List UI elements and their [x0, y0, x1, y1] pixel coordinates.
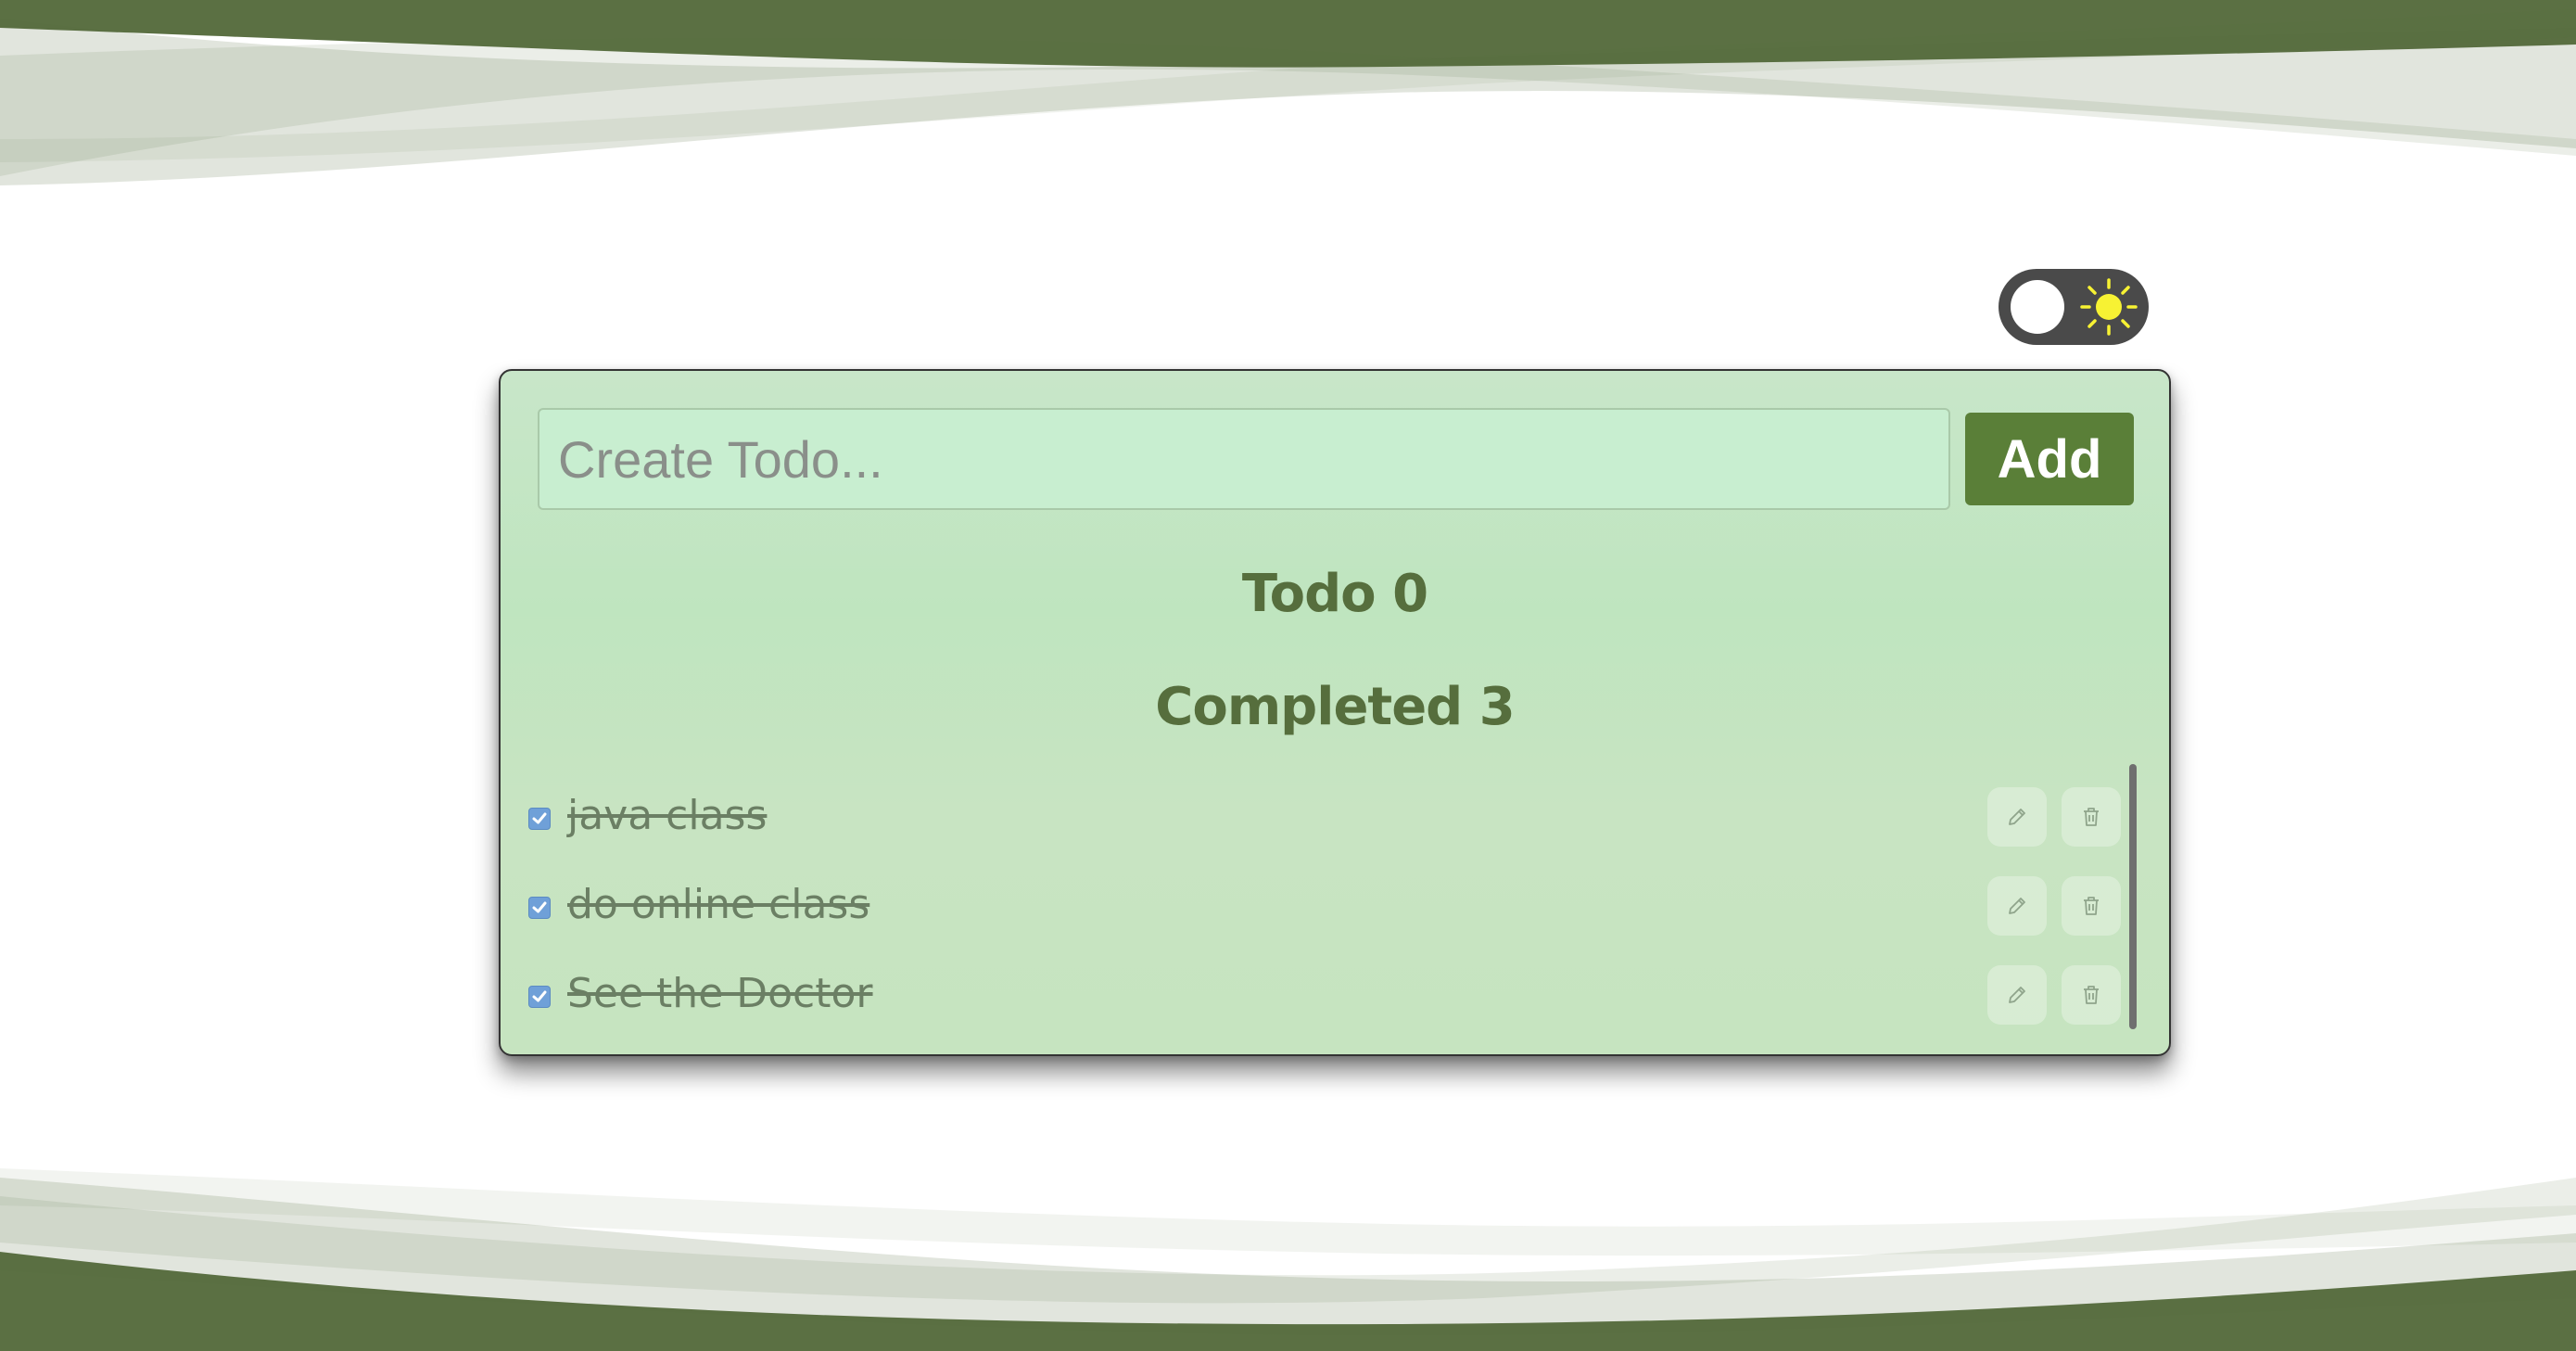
todo-item-text: do online class	[567, 881, 870, 928]
pencil-icon	[2009, 898, 2025, 914]
trash-icon	[2084, 897, 2099, 915]
top-wave-decoration	[0, 0, 2576, 204]
todo-count-heading: Todo 0	[1241, 564, 1428, 624]
completed-checkbox[interactable]	[528, 808, 551, 830]
edit-button[interactable]	[1987, 965, 2047, 1025]
checkmark-icon	[532, 901, 547, 913]
delete-button[interactable]	[2062, 965, 2121, 1025]
list-item: java class	[528, 779, 2132, 853]
todo-card: Add Todo 0 Completed 3 java class	[499, 369, 2171, 1056]
edit-button[interactable]	[1987, 876, 2047, 936]
list-scrollbar[interactable]	[2129, 764, 2137, 1029]
checkmark-icon	[532, 812, 547, 824]
pencil-icon	[2009, 809, 2025, 825]
app-page: Add Todo 0 Completed 3 java class	[0, 0, 2576, 1351]
create-todo-input[interactable]	[538, 408, 1950, 510]
pencil-icon	[2009, 987, 2025, 1003]
trash-icon	[2084, 986, 2099, 1004]
bottom-wave-decoration	[0, 1159, 2576, 1351]
checkmark-icon	[532, 990, 547, 1002]
delete-button[interactable]	[2062, 787, 2121, 847]
completed-list: java class do online class See the Docto…	[528, 779, 2132, 1048]
delete-button[interactable]	[2062, 876, 2121, 936]
toggle-knob	[2011, 280, 2064, 334]
list-item: See the Doctor	[528, 957, 2132, 1031]
completed-count-heading: Completed 3	[1155, 677, 1515, 737]
sun-icon	[2080, 278, 2138, 336]
trash-icon	[2084, 808, 2099, 826]
list-item: do online class	[528, 868, 2132, 942]
completed-checkbox[interactable]	[528, 897, 551, 919]
todo-item-text: java class	[567, 792, 768, 839]
edit-button[interactable]	[1987, 787, 2047, 847]
completed-checkbox[interactable]	[528, 986, 551, 1008]
theme-toggle[interactable]	[1999, 269, 2149, 345]
todo-item-text: See the Doctor	[567, 970, 873, 1017]
add-button[interactable]: Add	[1965, 413, 2134, 505]
